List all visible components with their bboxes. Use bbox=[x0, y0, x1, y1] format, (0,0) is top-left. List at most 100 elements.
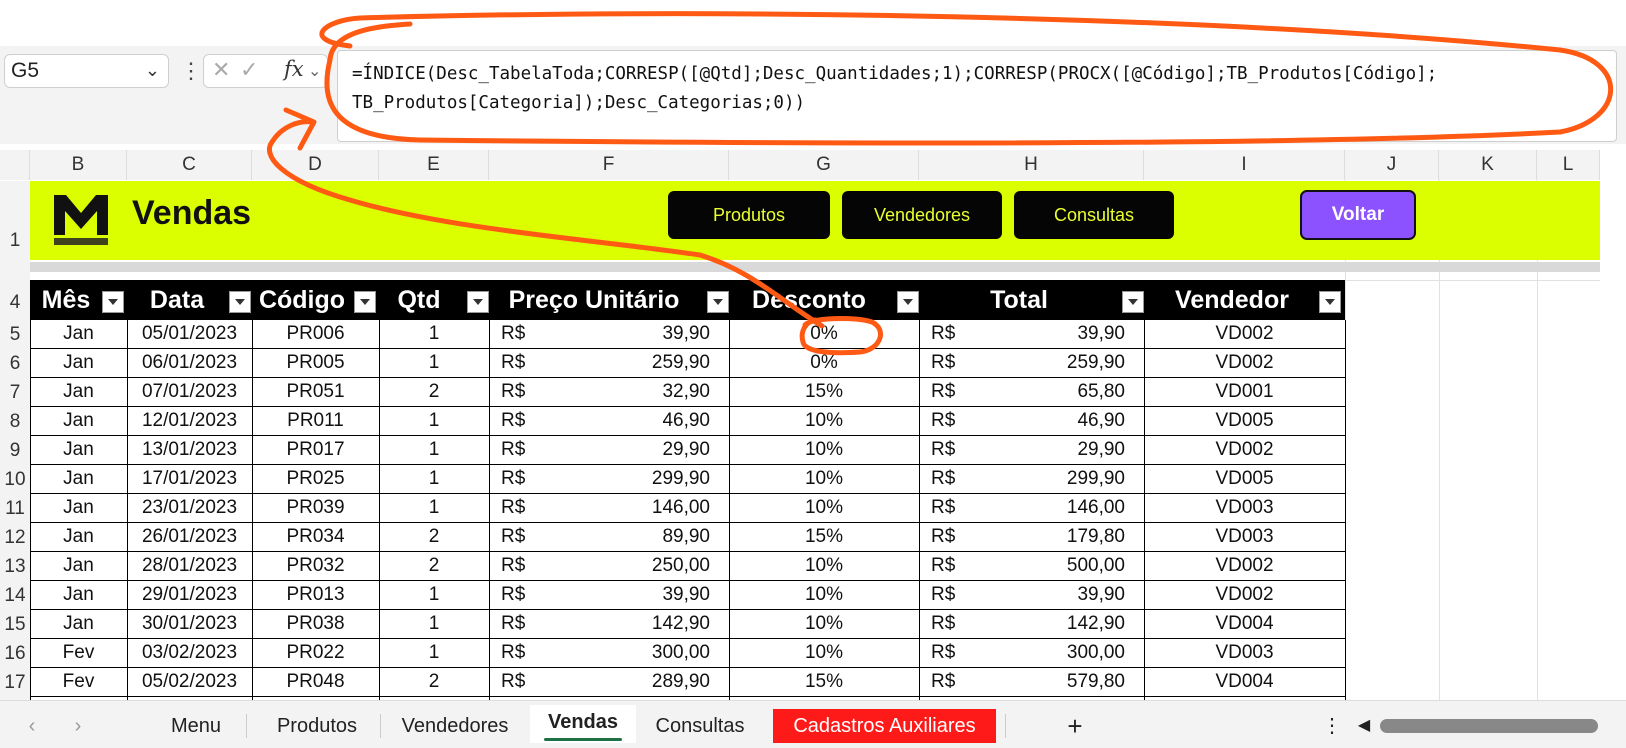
name-box[interactable]: G5 ⌄ bbox=[4, 54, 169, 88]
consultas-button[interactable]: Consultas bbox=[1014, 191, 1174, 239]
cell-qtd[interactable]: 2 bbox=[379, 523, 489, 551]
cell-mes[interactable]: Jan bbox=[30, 581, 127, 609]
cell-codigo[interactable]: PR048 bbox=[252, 668, 379, 696]
column-header[interactable]: G bbox=[729, 150, 919, 180]
cell-mes[interactable]: Jan bbox=[30, 523, 127, 551]
cell-desconto[interactable]: 10% bbox=[729, 610, 919, 638]
cell-codigo[interactable]: PR022 bbox=[252, 639, 379, 667]
cell-data[interactable]: 30/01/2023 bbox=[127, 610, 252, 638]
add-sheet-icon[interactable]: + bbox=[1060, 709, 1090, 743]
row-header[interactable]: 17 bbox=[0, 668, 30, 700]
cell-vendedor[interactable]: VD002 bbox=[1144, 436, 1345, 464]
more-options-icon[interactable]: ⋮ bbox=[1320, 709, 1344, 743]
cell-mes[interactable]: Fev bbox=[30, 639, 127, 667]
cell-preco[interactable]: 29,90 bbox=[489, 436, 729, 464]
row-header[interactable]: 14 bbox=[0, 581, 30, 610]
cell-codigo[interactable]: PR013 bbox=[252, 581, 379, 609]
cell-codigo[interactable]: PR011 bbox=[252, 407, 379, 435]
row-header[interactable]: 15 bbox=[0, 610, 30, 639]
cell-vendedor[interactable]: VD002 bbox=[1144, 552, 1345, 580]
horizontal-scrollbar[interactable] bbox=[1380, 719, 1598, 733]
formula-input[interactable]: =ÍNDICE(Desc_TabelaToda;CORRESP([@Qtd];D… bbox=[337, 50, 1617, 142]
column-header[interactable]: I bbox=[1144, 150, 1345, 180]
cell-data[interactable]: 17/01/2023 bbox=[127, 465, 252, 493]
cell-preco[interactable]: 39,90 bbox=[489, 320, 729, 348]
column-header[interactable]: B bbox=[30, 150, 127, 180]
cell-mes[interactable]: Jan bbox=[30, 552, 127, 580]
cell-codigo[interactable]: PR034 bbox=[252, 523, 379, 551]
cell-total[interactable]: 299,90 bbox=[919, 465, 1144, 493]
cell-vendedor[interactable]: VD003 bbox=[1144, 494, 1345, 522]
scroll-right-icon[interactable]: › bbox=[66, 709, 90, 743]
tab-consultas[interactable]: Consultas bbox=[640, 709, 760, 743]
column-header[interactable]: J bbox=[1345, 150, 1439, 180]
cell-preco[interactable]: 299,90 bbox=[489, 465, 729, 493]
row-header[interactable]: 4 bbox=[0, 280, 30, 320]
cell-data[interactable]: 23/01/2023 bbox=[127, 494, 252, 522]
cell-data[interactable]: 13/01/2023 bbox=[127, 436, 252, 464]
cell-mes[interactable]: Jan bbox=[30, 494, 127, 522]
cell-total[interactable]: 39,90 bbox=[919, 581, 1144, 609]
cell-total[interactable]: 142,90 bbox=[919, 610, 1144, 638]
cell-qtd[interactable]: 2 bbox=[379, 378, 489, 406]
filter-dropdown-icon[interactable] bbox=[354, 291, 376, 313]
cell-qtd[interactable]: 2 bbox=[379, 552, 489, 580]
cell-qtd[interactable]: 1 bbox=[379, 610, 489, 638]
chevron-down-icon[interactable]: ⌄ bbox=[145, 60, 160, 81]
insert-function-icon[interactable]: fx bbox=[284, 57, 304, 81]
produtos-button[interactable]: Produtos bbox=[668, 191, 830, 239]
cell-qtd[interactable]: 1 bbox=[379, 407, 489, 435]
cell-codigo[interactable]: PR006 bbox=[252, 320, 379, 348]
cell-data[interactable]: 03/02/2023 bbox=[127, 639, 252, 667]
column-header[interactable]: D bbox=[252, 150, 379, 180]
cell-total[interactable]: 579,80 bbox=[919, 668, 1144, 696]
row-header[interactable]: 6 bbox=[0, 349, 30, 378]
column-header[interactable]: C bbox=[127, 150, 252, 180]
cell-mes[interactable]: Jan bbox=[30, 436, 127, 464]
cell-desconto[interactable]: 0% bbox=[729, 349, 919, 377]
cell-codigo[interactable]: PR051 bbox=[252, 378, 379, 406]
cell-desconto[interactable]: 10% bbox=[729, 407, 919, 435]
cell-total[interactable]: 39,90 bbox=[919, 320, 1144, 348]
cell-desconto[interactable]: 0% bbox=[729, 320, 919, 348]
cell-desconto[interactable]: 10% bbox=[729, 494, 919, 522]
cancel-icon[interactable]: ✕ bbox=[212, 57, 230, 83]
cell-preco[interactable]: 289,90 bbox=[489, 668, 729, 696]
row-header[interactable]: 16 bbox=[0, 639, 30, 668]
cell-vendedor[interactable]: VD002 bbox=[1144, 581, 1345, 609]
filter-dropdown-icon[interactable] bbox=[1319, 291, 1341, 313]
cell-preco[interactable]: 250,00 bbox=[489, 552, 729, 580]
cell-qtd[interactable]: 1 bbox=[379, 581, 489, 609]
cell-vendedor[interactable]: VD004 bbox=[1144, 668, 1345, 696]
expand-formula-icon[interactable]: ⌄ bbox=[308, 61, 321, 81]
cell-desconto[interactable]: 10% bbox=[729, 581, 919, 609]
cell-codigo[interactable]: PR025 bbox=[252, 465, 379, 493]
tab-cadastros-auxiliares[interactable]: Cadastros Auxiliares bbox=[773, 709, 996, 743]
cell-vendedor[interactable]: VD005 bbox=[1144, 465, 1345, 493]
cell-codigo[interactable]: PR038 bbox=[252, 610, 379, 638]
column-header[interactable]: F bbox=[489, 150, 729, 180]
cell-mes[interactable]: Jan bbox=[30, 407, 127, 435]
cell-preco[interactable]: 300,00 bbox=[489, 639, 729, 667]
confirm-icon[interactable]: ✓ bbox=[240, 57, 258, 83]
tab-produtos[interactable]: Produtos bbox=[256, 709, 378, 743]
column-header[interactable]: E bbox=[379, 150, 489, 180]
cell-data[interactable]: 07/01/2023 bbox=[127, 378, 252, 406]
cell-vendedor[interactable]: VD002 bbox=[1144, 320, 1345, 348]
row-header[interactable]: 9 bbox=[0, 436, 30, 465]
cell-total[interactable]: 500,00 bbox=[919, 552, 1144, 580]
row-header[interactable]: 10 bbox=[0, 465, 30, 494]
cell-desconto[interactable]: 15% bbox=[729, 523, 919, 551]
cell-total[interactable]: 29,90 bbox=[919, 436, 1144, 464]
tab-vendas[interactable]: Vendas bbox=[530, 705, 636, 743]
filter-dropdown-icon[interactable] bbox=[707, 291, 729, 313]
cell-data[interactable]: 05/01/2023 bbox=[127, 320, 252, 348]
cell-qtd[interactable]: 1 bbox=[379, 465, 489, 493]
cell-data[interactable]: 28/01/2023 bbox=[127, 552, 252, 580]
more-options-icon[interactable]: ⋮ bbox=[180, 58, 202, 84]
select-all-corner[interactable] bbox=[0, 150, 30, 180]
cell-mes[interactable]: Jan bbox=[30, 465, 127, 493]
vendedores-button[interactable]: Vendedores bbox=[842, 191, 1002, 239]
cell-qtd[interactable]: 1 bbox=[379, 320, 489, 348]
cell-mes[interactable]: Fev bbox=[30, 668, 127, 696]
